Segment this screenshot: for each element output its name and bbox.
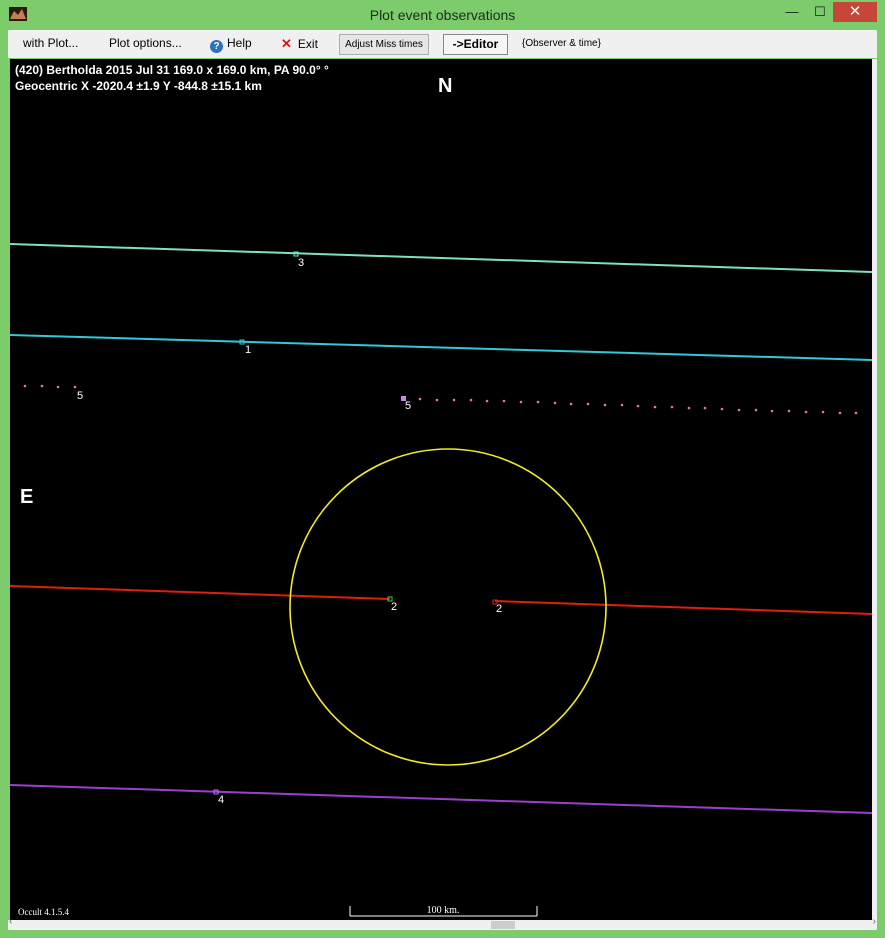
scroll-right-icon[interactable]: › bbox=[873, 916, 876, 927]
title-bar: Plot event observations — ☐ ✕ bbox=[0, 0, 885, 30]
version-label: Occult 4.1.5.4 bbox=[18, 907, 69, 917]
menu-help-label: Help bbox=[227, 36, 252, 50]
editor-button[interactable]: ->Editor bbox=[443, 34, 508, 55]
asteroid-profile-ellipse bbox=[289, 448, 607, 766]
chord-1-label: 1 bbox=[245, 344, 251, 356]
event-header-line2: Geocentric X -2020.4 ±1.9 Y -844.8 ±15.1… bbox=[15, 79, 262, 93]
plot-canvas: 3 1 5 5 2 2 4 (420) Bertholda 2015 Jul 3… bbox=[10, 59, 872, 920]
east-label: E bbox=[20, 486, 34, 508]
chord-2-left-line bbox=[10, 585, 391, 600]
chord-5-right-label: 5 bbox=[405, 400, 411, 412]
app-window: Plot event observations — ☐ ✕ with Plot.… bbox=[0, 0, 885, 938]
menu-bar: with Plot... Plot options... ? Help ✕ Exit… bbox=[8, 30, 877, 58]
chord-5-right-dots bbox=[418, 397, 858, 415]
menu-plot-options[interactable]: Plot options... bbox=[109, 36, 182, 50]
horizontal-scroll-thumb[interactable] bbox=[491, 921, 515, 929]
exit-icon: ✕ bbox=[281, 36, 292, 51]
horizontal-scrollbar[interactable]: ‹ › bbox=[8, 916, 877, 930]
chord-5-left-dots bbox=[23, 384, 77, 389]
close-button[interactable]: ✕ bbox=[833, 2, 877, 22]
scale-label: 100 km. bbox=[426, 905, 460, 916]
vertical-scrollbar[interactable] bbox=[872, 59, 877, 920]
plot-graphics: 3 1 5 5 2 2 4 bbox=[10, 243, 872, 917]
menu-with-plot[interactable]: with Plot... bbox=[23, 36, 78, 50]
chord-1-line bbox=[10, 334, 872, 361]
chord-2-left-label: 2 bbox=[391, 601, 397, 613]
chord-4-label: 4 bbox=[218, 794, 224, 806]
chord-4-line bbox=[10, 784, 872, 814]
help-icon: ? bbox=[210, 40, 223, 53]
chord-2-right-line bbox=[494, 600, 872, 615]
window-title: Plot event observations bbox=[369, 7, 516, 23]
menu-help[interactable]: ? Help bbox=[210, 36, 252, 53]
adjust-miss-times-button[interactable]: Adjust Miss times bbox=[339, 34, 429, 55]
minimize-button[interactable]: — bbox=[777, 2, 807, 22]
maximize-button[interactable]: ☐ bbox=[805, 2, 835, 22]
menu-observer-time[interactable]: {Observer & time} bbox=[522, 38, 601, 49]
chord-3-line bbox=[10, 243, 872, 273]
north-label: N bbox=[438, 75, 453, 97]
menu-exit[interactable]: ✕ Exit bbox=[281, 36, 318, 52]
chord-2-right-label: 2 bbox=[496, 603, 502, 615]
event-header-line1: (420) Bertholda 2015 Jul 31 169.0 x 169.… bbox=[15, 63, 329, 77]
scroll-left-icon[interactable]: ‹ bbox=[9, 916, 12, 927]
chord-3-label: 3 bbox=[298, 257, 304, 269]
menu-exit-label: Exit bbox=[297, 37, 318, 51]
chord-5-left-label: 5 bbox=[77, 390, 83, 402]
